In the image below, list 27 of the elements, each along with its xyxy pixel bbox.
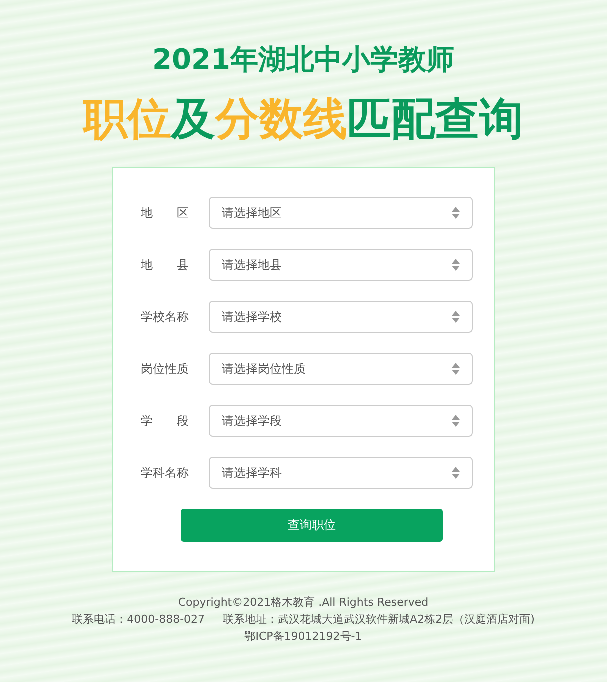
select-field[interactable]: 请选择学校 (209, 301, 473, 333)
headline-part: 分数线 (216, 93, 348, 147)
select-field[interactable]: 请选择学科 (209, 457, 473, 489)
select-field[interactable]: 请选择地县 (209, 249, 473, 281)
field-label: 学校名称 (141, 308, 189, 326)
field-label: 学科名称 (141, 464, 189, 482)
sort-arrows-icon (452, 363, 460, 375)
sort-arrows-icon (452, 207, 460, 219)
field-label: 地 区 (141, 204, 189, 222)
field-label: 地 县 (141, 256, 189, 274)
headline-part: 匹配查询 (348, 93, 524, 147)
field-label: 岗位性质 (141, 360, 189, 378)
headline-part: 职位 (84, 93, 172, 147)
page-title: 2021年湖北中小学教师 (152, 42, 454, 78)
select-field[interactable]: 请选择学段 (209, 405, 473, 437)
select-field[interactable]: 请选择地区 (209, 197, 473, 229)
sort-arrows-icon (452, 311, 460, 323)
phone-text: 联系电话：4000-888-027 (72, 612, 206, 628)
select-field[interactable]: 请选择岗位性质 (209, 353, 473, 385)
field-label: 学 段 (141, 412, 189, 430)
headline-part: 及 (172, 93, 216, 147)
address-text: 联系地址：武汉花城大道武汉软件新城A2栋2层（汉庭酒店对面) (223, 612, 535, 628)
sort-arrows-icon (452, 415, 460, 427)
icp-text: 鄂ICP备19012192号-1 (244, 629, 364, 645)
sort-arrows-icon (452, 467, 460, 479)
sort-arrows-icon (452, 259, 460, 271)
copyright-text: Copyright©2021格木教育 .All Rights Reserved (177, 595, 430, 611)
